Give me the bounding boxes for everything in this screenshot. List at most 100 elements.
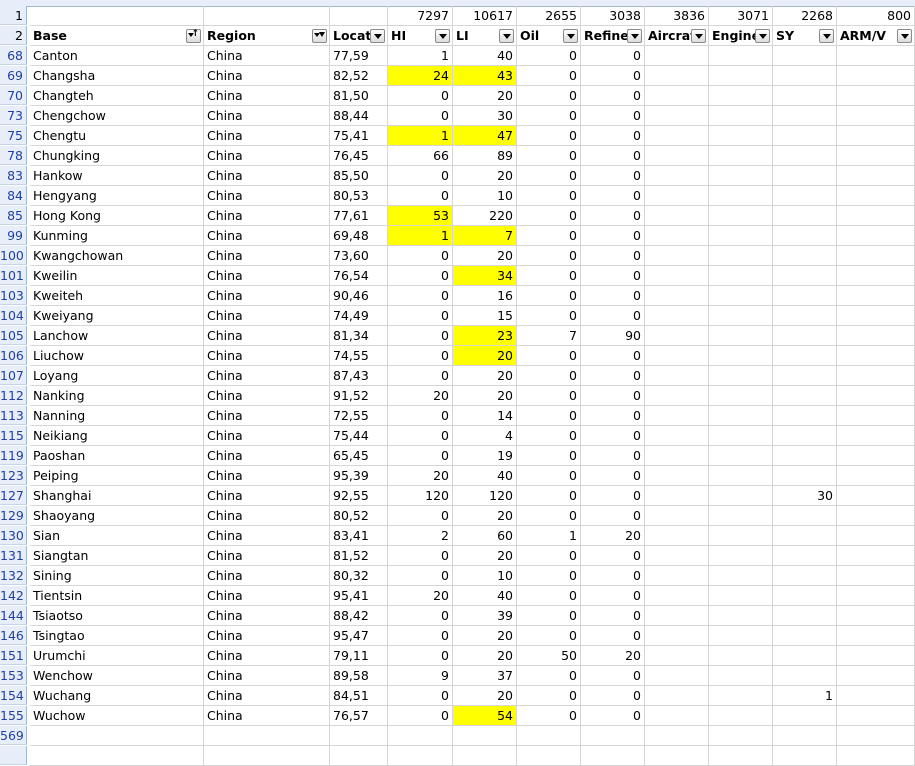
data-cell-oil[interactable]: 0: [517, 506, 581, 526]
data-cell-base[interactable]: Chengtu: [30, 126, 204, 146]
empty-cell[interactable]: [837, 746, 915, 766]
data-cell-arm[interactable]: [837, 166, 915, 186]
total-cell[interactable]: 3836: [645, 6, 709, 26]
data-cell-sy[interactable]: [773, 266, 837, 286]
data-cell-base[interactable]: Changteh: [30, 86, 204, 106]
data-cell-base[interactable]: Tientsin: [30, 586, 204, 606]
data-cell-li[interactable]: 39: [453, 606, 517, 626]
data-cell-loc[interactable]: 84,51: [330, 686, 388, 706]
column-header[interactable]: Refiner: [581, 26, 645, 46]
data-cell-hi[interactable]: 0: [388, 506, 453, 526]
data-cell-loc[interactable]: 76,54: [330, 266, 388, 286]
data-cell-region[interactable]: China: [204, 266, 330, 286]
data-cell-hi[interactable]: 120: [388, 486, 453, 506]
data-cell-eng[interactable]: [709, 66, 773, 86]
data-cell-li[interactable]: 20: [453, 366, 517, 386]
data-cell-arm[interactable]: [837, 246, 915, 266]
data-cell-region[interactable]: China: [204, 586, 330, 606]
data-cell-eng[interactable]: [709, 246, 773, 266]
data-cell-region[interactable]: China: [204, 306, 330, 326]
data-cell-li[interactable]: 30: [453, 106, 517, 126]
data-cell-loc[interactable]: 81,34: [330, 326, 388, 346]
data-cell-region[interactable]: China: [204, 466, 330, 486]
row-number[interactable]: 84: [0, 186, 27, 205]
data-cell-base[interactable]: Neikiang: [30, 426, 204, 446]
data-cell-li[interactable]: 40: [453, 46, 517, 66]
column-header[interactable]: Oil: [517, 26, 581, 46]
data-cell-eng[interactable]: [709, 666, 773, 686]
data-cell-eng[interactable]: [709, 346, 773, 366]
data-cell-arm[interactable]: [837, 146, 915, 166]
data-cell-eng[interactable]: [709, 486, 773, 506]
data-cell-air[interactable]: [645, 106, 709, 126]
empty-cell[interactable]: [773, 726, 837, 746]
data-cell-base[interactable]: Sian: [30, 526, 204, 546]
empty-cell[interactable]: [30, 746, 204, 766]
data-cell-air[interactable]: [645, 46, 709, 66]
data-cell-region[interactable]: China: [204, 506, 330, 526]
total-cell[interactable]: 3071: [709, 6, 773, 26]
data-cell-oil[interactable]: 0: [517, 686, 581, 706]
data-cell-loc[interactable]: 92,55: [330, 486, 388, 506]
data-cell-ref[interactable]: 0: [581, 226, 645, 246]
data-cell-hi[interactable]: 0: [388, 546, 453, 566]
row-number[interactable]: 75: [0, 126, 27, 145]
data-cell-air[interactable]: [645, 526, 709, 546]
data-cell-base[interactable]: Lanchow: [30, 326, 204, 346]
filter-dropdown-button-icon[interactable]: [897, 29, 912, 43]
data-cell-air[interactable]: [645, 546, 709, 566]
data-cell-oil[interactable]: 0: [517, 666, 581, 686]
row-number[interactable]: 569: [0, 726, 27, 745]
data-cell-li[interactable]: 20: [453, 506, 517, 526]
data-cell-arm[interactable]: [837, 666, 915, 686]
data-cell-eng[interactable]: [709, 646, 773, 666]
data-cell-base[interactable]: Hengyang: [30, 186, 204, 206]
filter-dropdown-button-icon[interactable]: [691, 29, 706, 43]
data-cell-region[interactable]: China: [204, 86, 330, 106]
row-number[interactable]: 78: [0, 146, 27, 165]
empty-cell[interactable]: [388, 726, 453, 746]
row-number[interactable]: 155: [0, 706, 27, 725]
data-cell-loc[interactable]: 74,55: [330, 346, 388, 366]
data-cell-li[interactable]: 40: [453, 466, 517, 486]
total-cell[interactable]: 3038: [581, 6, 645, 26]
data-cell-sy[interactable]: [773, 366, 837, 386]
data-cell-oil[interactable]: 0: [517, 86, 581, 106]
data-cell-eng[interactable]: [709, 166, 773, 186]
data-cell-region[interactable]: China: [204, 486, 330, 506]
data-cell-air[interactable]: [645, 206, 709, 226]
filter-dropdown-button-icon[interactable]: [499, 29, 514, 43]
row-number[interactable]: 123: [0, 466, 27, 485]
data-cell-loc[interactable]: 82,52: [330, 66, 388, 86]
data-cell-region[interactable]: China: [204, 126, 330, 146]
data-cell-li[interactable]: 20: [453, 626, 517, 646]
data-cell-ref[interactable]: 0: [581, 66, 645, 86]
data-cell-loc[interactable]: 89,58: [330, 666, 388, 686]
data-cell-oil[interactable]: 0: [517, 366, 581, 386]
empty-cell[interactable]: [581, 726, 645, 746]
data-cell-arm[interactable]: [837, 386, 915, 406]
data-cell-eng[interactable]: [709, 426, 773, 446]
data-cell-ref[interactable]: 0: [581, 246, 645, 266]
data-cell-eng[interactable]: [709, 306, 773, 326]
data-cell-sy[interactable]: [773, 86, 837, 106]
row-number[interactable]: 1: [0, 6, 27, 25]
data-cell-air[interactable]: [645, 586, 709, 606]
column-header[interactable]: SY: [773, 26, 837, 46]
column-header[interactable]: HI: [388, 26, 453, 46]
data-cell-eng[interactable]: [709, 206, 773, 226]
data-cell-oil[interactable]: 0: [517, 446, 581, 466]
data-cell-ref[interactable]: 0: [581, 126, 645, 146]
data-cell-eng[interactable]: [709, 86, 773, 106]
data-cell-ref[interactable]: 0: [581, 466, 645, 486]
data-cell-loc[interactable]: 76,57: [330, 706, 388, 726]
data-cell-oil[interactable]: 0: [517, 466, 581, 486]
data-cell-oil[interactable]: 0: [517, 126, 581, 146]
data-cell-eng[interactable]: [709, 586, 773, 606]
data-cell-arm[interactable]: [837, 286, 915, 306]
data-cell-sy[interactable]: [773, 206, 837, 226]
row-number[interactable]: 70: [0, 86, 27, 105]
total-cell[interactable]: [204, 6, 330, 26]
data-cell-li[interactable]: 20: [453, 86, 517, 106]
data-cell-hi[interactable]: 0: [388, 86, 453, 106]
